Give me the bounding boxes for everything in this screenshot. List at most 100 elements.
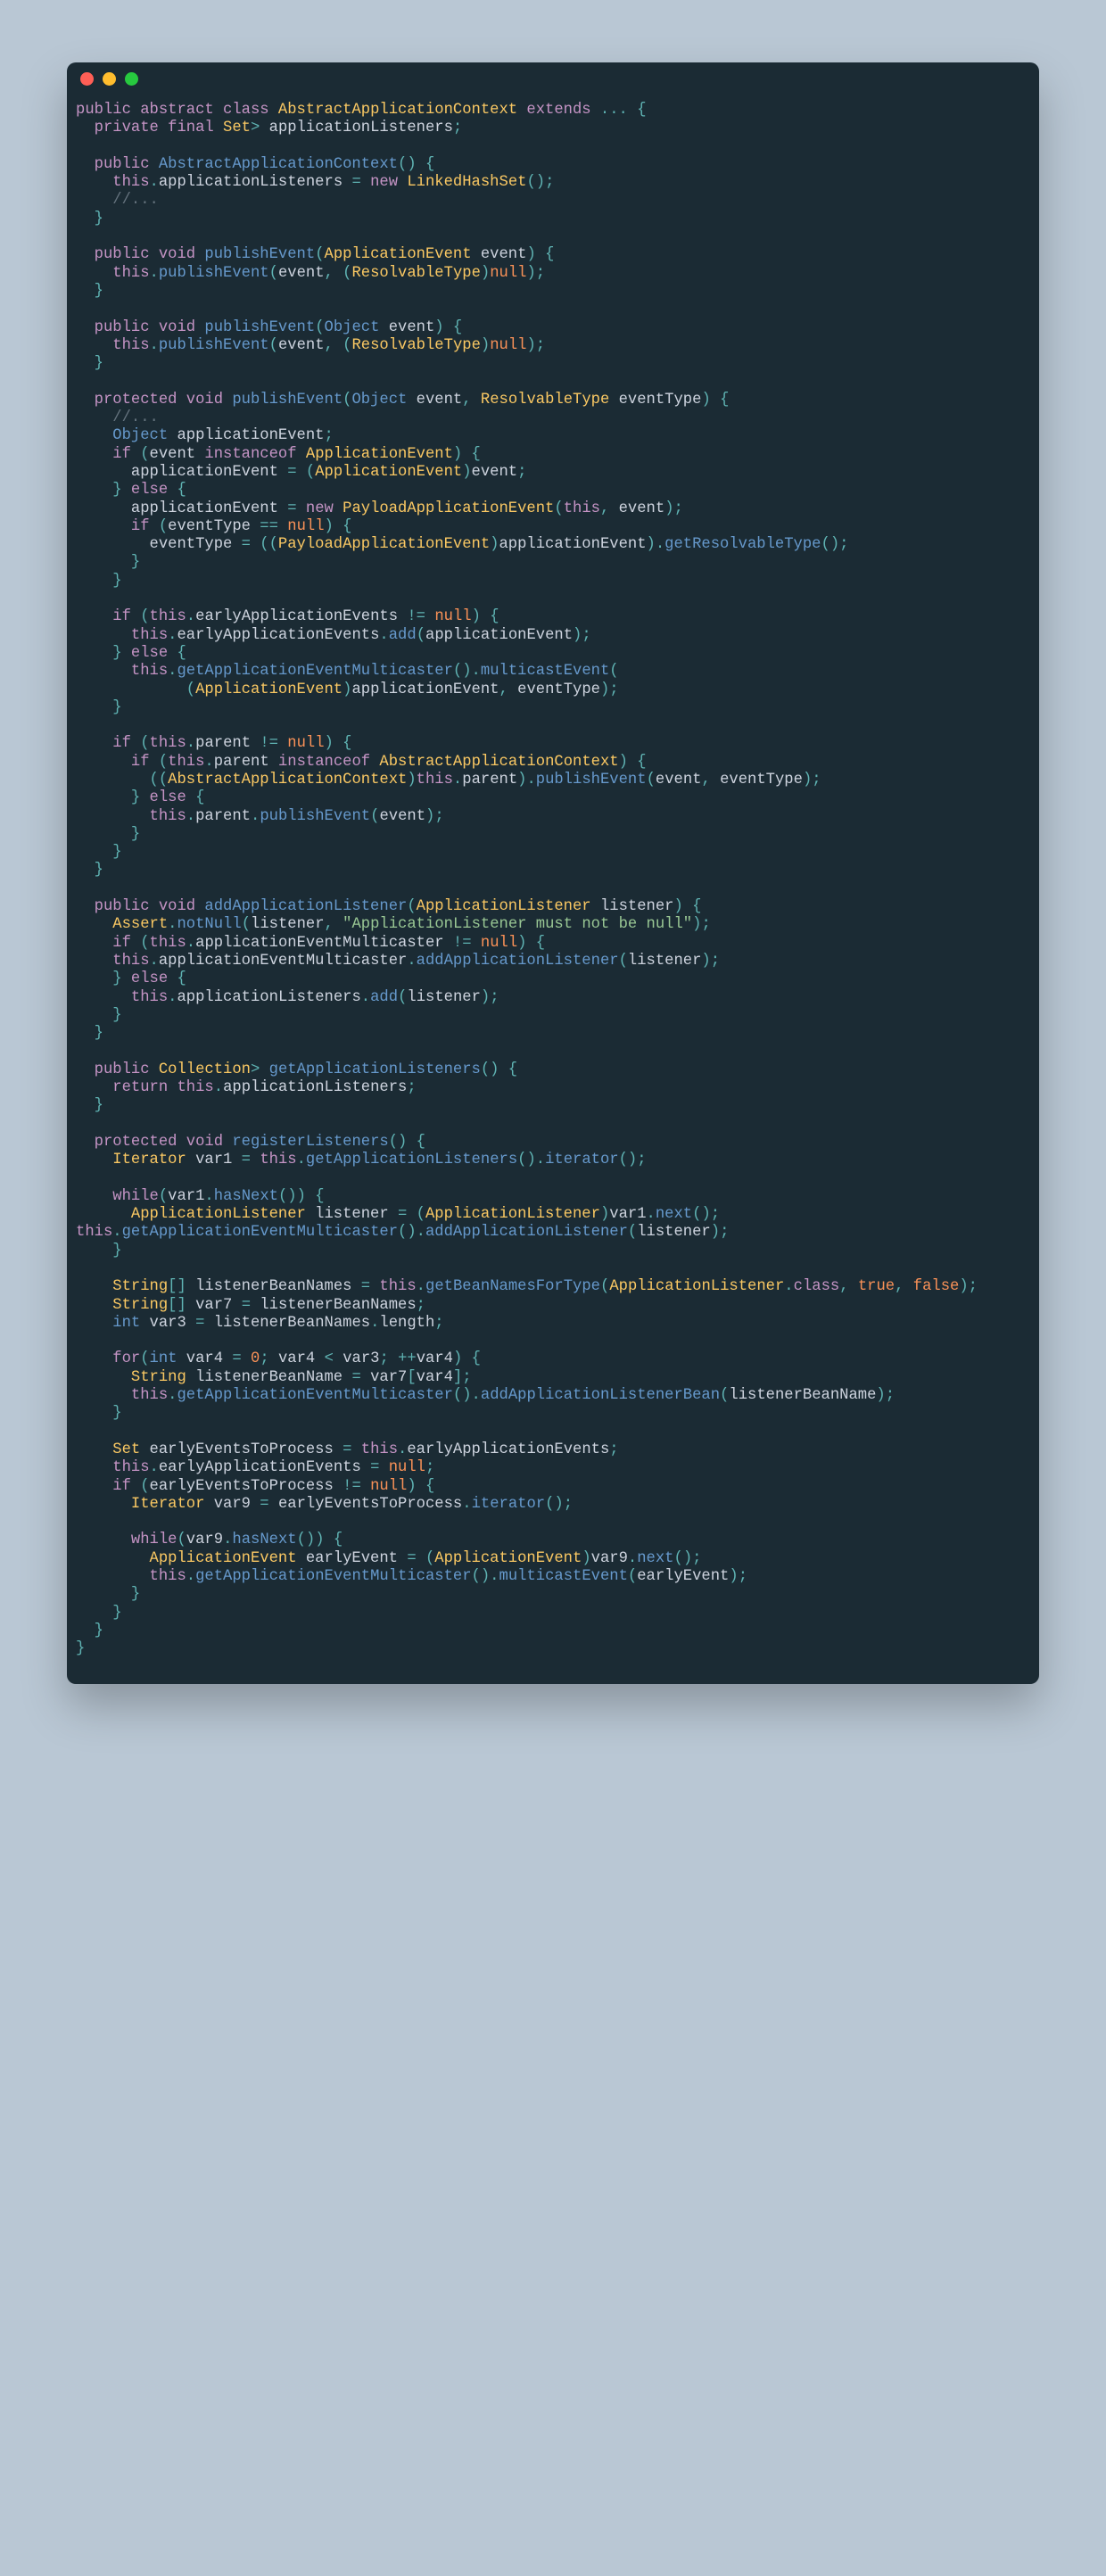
code-token: ) { (701, 392, 729, 409)
code-token: applicationListeners (223, 1079, 407, 1096)
code-token: ) { (407, 1478, 434, 1495)
code-token: = (( (232, 536, 278, 553)
code-token: applicationEventMulticaster (159, 953, 407, 970)
code-token: publishEvent (159, 265, 269, 282)
code-token: publishEvent (232, 392, 343, 409)
code-token: eventType (76, 536, 232, 553)
code-token: (); (526, 174, 554, 191)
code-token: ); (481, 989, 499, 1006)
code-token: earlyEventsToProcess (150, 1478, 334, 1495)
minimize-icon[interactable] (103, 72, 116, 86)
code-token: new (370, 174, 407, 191)
code-token: class (794, 1278, 840, 1295)
code-token: ( (407, 898, 416, 915)
code-token: ( (242, 916, 251, 933)
code-token: void (159, 246, 205, 263)
code-token: getApplicationListeners (269, 1061, 481, 1078)
maximize-icon[interactable] (125, 72, 138, 86)
code-token: public (76, 156, 159, 173)
code-token: = (343, 1369, 370, 1386)
code-token: PayloadApplicationEvent (343, 500, 554, 517)
code-token: ( (315, 319, 324, 336)
code-token: ApplicationEvent (434, 1550, 582, 1567)
code-token: ()) { (278, 1188, 325, 1205)
code-token: ( (628, 1224, 637, 1241)
code-token: > (251, 120, 269, 136)
code-token: event (278, 265, 325, 282)
code-token: true (858, 1278, 895, 1295)
code-token: instanceof (195, 446, 306, 463)
code-token: earlyApplicationEvents (159, 1459, 361, 1476)
code-token: ApplicationListener (417, 898, 600, 915)
code-token: . (186, 608, 195, 625)
code-token: } (76, 1640, 85, 1657)
code-token: = (351, 1278, 379, 1295)
code-token: . (168, 627, 177, 644)
code-token: listener (628, 953, 702, 970)
code-token: var7 (370, 1369, 407, 1386)
code-token: ; (453, 120, 462, 136)
code-token: { (628, 102, 647, 119)
code-token: ( (343, 392, 351, 409)
code-token: . (784, 1278, 793, 1295)
code-token: (( (76, 772, 168, 788)
code-token: ( (140, 735, 149, 752)
code-token: = ( (398, 1550, 434, 1567)
code-token: iterator (545, 1152, 619, 1168)
code-token: notNull (177, 916, 241, 933)
code-token: hasNext (232, 1532, 296, 1548)
code-token: applicationEventMulticaster (195, 935, 443, 952)
code-token: publishEvent (204, 246, 315, 263)
code-token: String (76, 1369, 195, 1386)
code-token: null (434, 608, 471, 625)
code-token: if (76, 754, 159, 771)
code-token: else (131, 970, 177, 987)
code-token: . (186, 735, 195, 752)
code-token: } (76, 554, 140, 571)
code-token: private final (76, 120, 223, 136)
close-icon[interactable] (80, 72, 94, 86)
code-token: new (306, 500, 343, 517)
code-token: var9 (591, 1550, 628, 1567)
code-token: var7 (195, 1297, 232, 1314)
code-token: . (453, 772, 462, 788)
code-token: earlyEvent (637, 1568, 729, 1585)
code-token: ( (140, 1478, 149, 1495)
code-token: add (370, 989, 398, 1006)
code-token: , ( (325, 337, 352, 354)
code-token: parent (462, 772, 517, 788)
code-token: var4 (417, 1369, 453, 1386)
code-token: extends (517, 102, 600, 119)
code-token: } (76, 1007, 122, 1024)
code-token: ( (159, 754, 168, 771)
code-token: (); (545, 1496, 573, 1513)
code-token: . (186, 808, 195, 825)
code-token: public (76, 1061, 159, 1078)
code-token: ( (609, 663, 618, 680)
code-token: } (76, 211, 103, 227)
code-token: var4 (417, 1350, 453, 1367)
code-token: . (417, 1278, 425, 1295)
code-token: public (76, 246, 159, 263)
code-token: ()) { (297, 1532, 343, 1548)
code-token: } (76, 283, 103, 300)
code-token: . (204, 1188, 213, 1205)
code-token: ; (407, 1079, 416, 1096)
code-token: } (76, 1622, 103, 1639)
code-token: getApplicationEventMulticaster (177, 663, 452, 680)
code-token: { (177, 482, 186, 499)
code-token: (). (453, 1387, 481, 1404)
code-token: = (334, 1441, 361, 1458)
code-token: ); (701, 953, 720, 970)
code-token: ( (159, 518, 168, 535)
code-token: ; (609, 1441, 618, 1458)
code-token: AbstractApplicationContext (159, 156, 398, 173)
code-token: var1 (609, 1206, 646, 1223)
code-token: var9 (214, 1496, 251, 1513)
code-token: ( (628, 1568, 637, 1585)
code-token: AbstractApplicationContext (278, 102, 517, 119)
code-token: earlyEventsToProcess (278, 1496, 462, 1513)
code-token: , (895, 1278, 913, 1295)
code-token: listenerBeanName (195, 1369, 343, 1386)
code-token: applicationListeners (269, 120, 453, 136)
